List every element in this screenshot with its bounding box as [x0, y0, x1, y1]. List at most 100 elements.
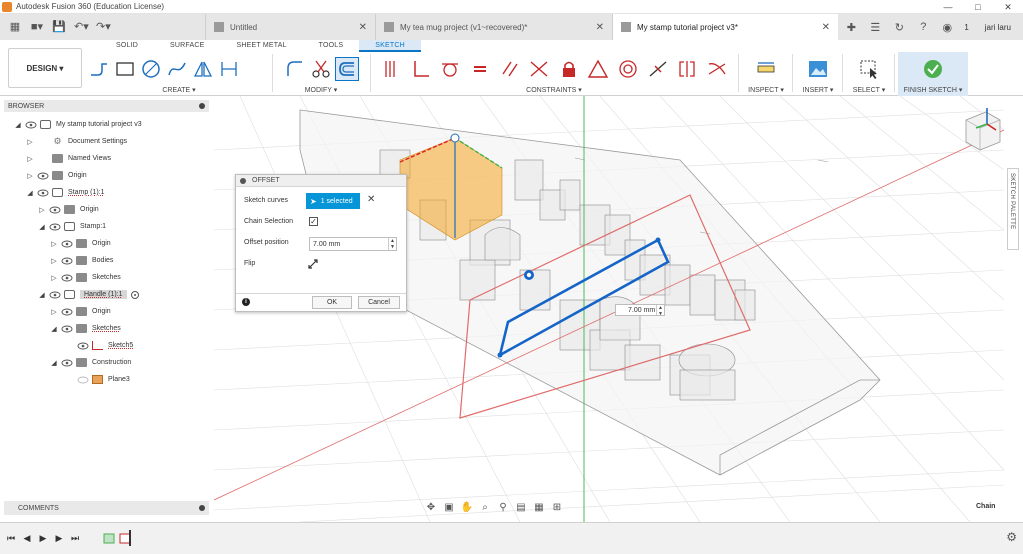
help-icon[interactable]: ?	[916, 21, 930, 33]
visibility-eye-icon[interactable]	[61, 308, 73, 316]
tab-surface[interactable]: SURFACE	[154, 40, 220, 52]
visibility-eye-icon[interactable]	[37, 172, 49, 180]
tree-node-root[interactable]: ◢ My stamp tutorial project v3	[4, 116, 214, 133]
tree-node-construction[interactable]: ◢ Construction	[4, 354, 214, 371]
constraints-group-label[interactable]: CONSTRAINTS ▾	[374, 86, 734, 94]
go-to-end-icon[interactable]: ⏭	[70, 532, 80, 544]
undo-icon[interactable]: ↶▾	[74, 21, 89, 33]
tree-node-handle-origin[interactable]: ▷ Origin	[4, 303, 214, 320]
play-icon[interactable]: ▶	[38, 532, 48, 544]
tab-untitled[interactable]: Untitled ✕	[205, 14, 375, 40]
insert-image-icon[interactable]	[806, 57, 830, 81]
close-tab-icon[interactable]: ✕	[822, 22, 830, 33]
offset-position-input[interactable]: 7.00 mm ▲ ▼	[309, 237, 397, 251]
line-tool-icon[interactable]	[87, 57, 111, 81]
visibility-eye-icon[interactable]	[77, 342, 89, 350]
inspect-group-label[interactable]: INSPECT ▾	[742, 86, 790, 94]
visibility-eye-icon[interactable]	[61, 325, 73, 333]
tab-stamp-project[interactable]: My stamp tutorial project v3* ✕	[612, 14, 838, 40]
finish-sketch-group[interactable]: FINISH SKETCH ▾	[898, 52, 968, 96]
expand-icon[interactable]: ▷	[26, 155, 34, 163]
concentric-icon[interactable]	[616, 57, 640, 81]
step-back-icon[interactable]: ◀	[22, 532, 32, 544]
collapse-icon[interactable]: ◢	[14, 121, 22, 129]
file-menu-icon[interactable]: ■▾	[30, 21, 44, 33]
expand-icon[interactable]: ▷	[26, 172, 34, 180]
tree-node-sketch5[interactable]: Sketch5	[4, 337, 214, 354]
tree-node-stamp-origin[interactable]: ▷ Origin	[4, 201, 214, 218]
extensions-icon[interactable]: ☰	[868, 21, 882, 34]
grid-menu-icon[interactable]: ▦	[8, 21, 22, 33]
expand-icon[interactable]: ▷	[50, 257, 58, 265]
circle-tool-icon[interactable]	[139, 57, 163, 81]
workspace-switcher[interactable]: DESIGN ▾	[8, 48, 82, 88]
ok-button[interactable]: OK	[312, 296, 352, 309]
visibility-eye-icon[interactable]	[37, 189, 49, 197]
maximize-icon[interactable]: □	[963, 0, 993, 14]
expand-icon[interactable]: ▷	[26, 138, 34, 146]
expand-icon[interactable]: ▷	[50, 308, 58, 316]
orbit-move-icon[interactable]: ✥	[424, 500, 438, 514]
offset-tool-icon[interactable]	[335, 57, 359, 81]
spline-tool-icon[interactable]	[165, 57, 189, 81]
trim-tool-icon[interactable]	[309, 57, 333, 81]
offset-dialog-header[interactable]: OFFSET	[236, 175, 406, 187]
visibility-eye-icon[interactable]	[61, 274, 73, 282]
equal-icon[interactable]	[468, 57, 492, 81]
grid-settings-icon[interactable]: ▦	[532, 500, 546, 514]
expand-icon[interactable]: ▷	[38, 206, 46, 214]
tree-node-bodies[interactable]: ▷ Bodies	[4, 252, 214, 269]
collapse-icon[interactable]: ◢	[38, 291, 46, 299]
offset-stepper-icon[interactable]: ▲ ▼	[388, 238, 396, 250]
midpoint-icon[interactable]	[646, 57, 670, 81]
visibility-eye-icon[interactable]	[49, 206, 61, 214]
curvature-icon[interactable]	[705, 57, 729, 81]
viewcube[interactable]	[960, 104, 1004, 152]
go-to-start-icon[interactable]: ⏮	[6, 532, 16, 544]
close-tab-icon[interactable]: ✕	[359, 22, 367, 33]
collapse-icon[interactable]: ◢	[26, 189, 34, 197]
symmetry-icon[interactable]	[675, 57, 699, 81]
perpendicular-icon[interactable]	[409, 57, 433, 81]
select-group-label[interactable]: SELECT ▾	[846, 86, 892, 94]
dimension-tool-icon[interactable]	[217, 57, 241, 81]
close-tab-icon[interactable]: ✕	[596, 22, 604, 33]
collapse-icon[interactable]: ◢	[50, 359, 58, 367]
visibility-eye-icon[interactable]	[61, 240, 73, 248]
visibility-eye-icon[interactable]	[49, 223, 61, 231]
minimize-icon[interactable]: —	[933, 0, 963, 14]
sketch-curves-selector[interactable]: ➤ 1 selected	[306, 193, 360, 209]
timeline-settings-gear-icon[interactable]: ⚙	[1006, 530, 1017, 544]
coincident-icon[interactable]	[379, 57, 403, 81]
callout-stepper-icon[interactable]: ▲ ▼	[656, 305, 664, 317]
tree-node-handle-component[interactable]: ◢ Handle (1):1	[4, 286, 214, 303]
notification-icon[interactable]: ◉	[940, 21, 954, 34]
tree-node-origin[interactable]: ▷ Origin	[4, 167, 214, 184]
visibility-eye-icon[interactable]	[49, 291, 61, 299]
look-at-icon[interactable]: ▣	[442, 500, 456, 514]
tab-tools[interactable]: TOOLS	[303, 40, 360, 52]
visibility-eye-icon[interactable]	[77, 376, 89, 384]
collapse-icon[interactable]: ◢	[50, 325, 58, 333]
visibility-eye-icon[interactable]	[61, 257, 73, 265]
tab-solid[interactable]: SOLID	[100, 40, 154, 52]
collapse-icon[interactable]: ◢	[38, 223, 46, 231]
save-icon[interactable]: 💾	[52, 21, 66, 33]
fillet-tool-icon[interactable]	[283, 57, 307, 81]
dialog-collapse-icon[interactable]	[240, 177, 246, 184]
tree-node-document-settings[interactable]: ▷ ⚙ Document Settings	[4, 133, 214, 150]
offset-distance-callout[interactable]: 7.00 mm ▲ ▼	[615, 304, 665, 317]
user-menu[interactable]: jari laru	[985, 23, 1011, 32]
activate-component-radio[interactable]	[130, 290, 139, 299]
pan-hand-icon[interactable]: ✋	[460, 500, 474, 514]
timeline-component-icon[interactable]	[102, 530, 116, 546]
panel-pin-icon[interactable]	[199, 103, 205, 109]
rectangle-tool-icon[interactable]	[113, 57, 137, 81]
zoom-icon[interactable]: ⌕	[478, 500, 492, 514]
tree-node-stamp-1[interactable]: ◢ Stamp:1	[4, 218, 214, 235]
info-icon[interactable]: i	[242, 298, 250, 306]
tree-node-handle-sketches[interactable]: ◢ Sketches	[4, 320, 214, 337]
tangent-icon[interactable]	[438, 57, 462, 81]
visibility-eye-icon[interactable]	[25, 121, 37, 129]
redo-icon[interactable]: ↷▾	[96, 21, 111, 33]
